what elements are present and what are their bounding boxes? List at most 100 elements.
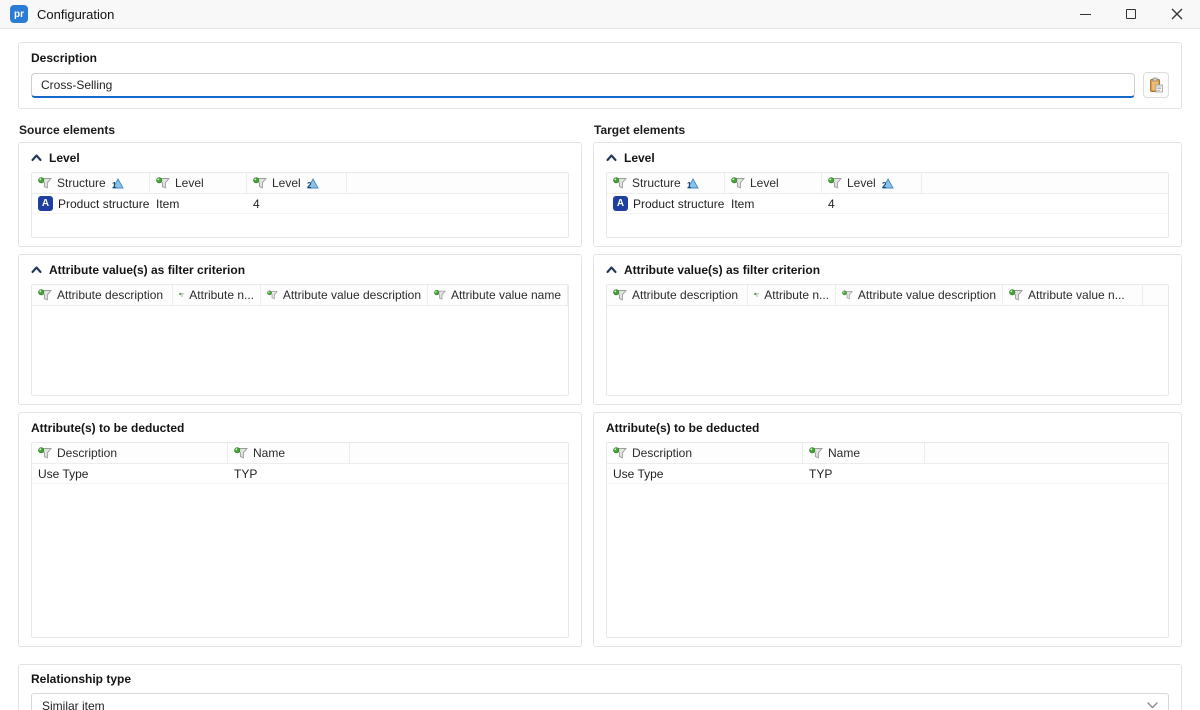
column-header-empty xyxy=(925,443,1168,463)
cell-description: Use Type xyxy=(32,464,228,483)
column-header-attribute-value-description[interactable]: Attribute value description xyxy=(261,285,428,305)
target-filter-title: Attribute value(s) as filter criterion xyxy=(624,263,820,277)
collapse-icon[interactable] xyxy=(31,265,42,274)
column-header-attribute-name[interactable]: Attribute n... xyxy=(173,285,261,305)
close-icon xyxy=(1171,8,1183,20)
table-row[interactable]: AProduct structure Item 4 xyxy=(607,194,1168,214)
svg-text:1: 1 xyxy=(687,181,692,189)
filter-icon[interactable] xyxy=(38,447,52,459)
column-header-name[interactable]: Name xyxy=(803,443,925,463)
close-button[interactable] xyxy=(1154,0,1200,28)
target-filter-table: Attribute description Attribute n... Att… xyxy=(606,284,1169,396)
column-label: Attribute value name xyxy=(451,288,561,302)
maximize-button[interactable] xyxy=(1108,0,1154,28)
target-deducted-table: Description Name Use Type TYP xyxy=(606,442,1169,638)
column-label: Attribute n... xyxy=(764,288,829,302)
dialog-content: Description Source elements Level xyxy=(0,29,1200,710)
column-header-description[interactable]: Description xyxy=(32,443,228,463)
column-header-level-number[interactable]: Level 2 xyxy=(822,173,922,193)
target-deducted-panel: Attribute(s) to be deducted Description … xyxy=(593,412,1182,647)
column-label: Attribute n... xyxy=(189,288,254,302)
minimize-button[interactable] xyxy=(1062,0,1108,28)
cell-structure: Product structure xyxy=(58,197,149,211)
source-deducted-title: Attribute(s) to be deducted xyxy=(31,421,184,435)
filter-icon[interactable] xyxy=(613,289,627,301)
column-header-structure[interactable]: Structure 1 xyxy=(32,173,150,193)
filter-icon[interactable] xyxy=(731,177,745,189)
column-label: Attribute value n... xyxy=(1028,288,1125,302)
filter-icon[interactable] xyxy=(434,289,446,301)
chevron-down-icon xyxy=(1147,702,1158,709)
column-header-attribute-description[interactable]: Attribute description xyxy=(32,285,173,305)
source-deducted-panel: Attribute(s) to be deducted Description … xyxy=(18,412,582,647)
filter-icon[interactable] xyxy=(267,289,278,301)
svg-text:2: 2 xyxy=(882,181,887,189)
column-header-structure[interactable]: Structure 1 xyxy=(607,173,725,193)
window-title: Configuration xyxy=(37,7,114,22)
clipboard-icon xyxy=(1148,77,1164,93)
column-label: Level xyxy=(175,176,204,190)
column-header-attribute-value-name[interactable]: Attribute value name xyxy=(428,285,568,305)
filter-icon[interactable] xyxy=(1009,289,1023,301)
target-elements-label: Target elements xyxy=(594,123,1182,137)
table-row[interactable]: AProduct structure Item 4 xyxy=(32,194,568,214)
sort-ascending-icon: 2 xyxy=(881,178,894,189)
filter-icon[interactable] xyxy=(179,289,184,301)
filter-icon[interactable] xyxy=(253,177,267,189)
attribute-type-icon: A xyxy=(613,196,628,211)
source-elements-column: Source elements Level Structure 1 xyxy=(18,121,582,654)
column-header-name[interactable]: Name xyxy=(228,443,350,463)
column-label: Description xyxy=(632,446,692,460)
source-elements-label: Source elements xyxy=(19,123,582,137)
column-header-attribute-value-name[interactable]: Attribute value n... xyxy=(1003,285,1143,305)
column-label: Level xyxy=(847,176,876,190)
filter-icon[interactable] xyxy=(613,177,627,189)
source-level-panel: Level Structure 1 Level xyxy=(18,142,582,247)
column-header-attribute-value-description[interactable]: Attribute value description xyxy=(836,285,1003,305)
collapse-icon[interactable] xyxy=(606,153,617,162)
source-filter-panel: Attribute value(s) as filter criterion A… xyxy=(18,254,582,405)
collapse-icon[interactable] xyxy=(606,265,617,274)
cell-description: Use Type xyxy=(607,464,803,483)
collapse-icon[interactable] xyxy=(31,153,42,162)
column-label: Level xyxy=(272,176,301,190)
filter-icon[interactable] xyxy=(38,177,52,189)
title-bar: pr Configuration xyxy=(0,0,1200,29)
target-level-panel: Level Structure 1 Level xyxy=(593,142,1182,247)
column-header-empty xyxy=(347,173,568,193)
column-label: Description xyxy=(57,446,117,460)
relationship-type-label: Relationship type xyxy=(31,672,1169,686)
cell-structure: Product structure xyxy=(633,197,724,211)
filter-icon[interactable] xyxy=(234,447,248,459)
filter-icon[interactable] xyxy=(842,289,853,301)
description-label: Description xyxy=(31,51,1169,65)
minimize-icon xyxy=(1080,14,1091,15)
filter-icon[interactable] xyxy=(156,177,170,189)
column-label: Name xyxy=(828,446,860,460)
target-elements-column: Target elements Level Structure 1 xyxy=(593,121,1182,654)
table-row[interactable]: Use Type TYP xyxy=(32,464,568,484)
column-header-level[interactable]: Level xyxy=(725,173,822,193)
configuration-window: pr Configuration Description Source ele xyxy=(0,0,1200,710)
cell-level-number: 4 xyxy=(822,194,922,213)
column-header-empty xyxy=(350,443,568,463)
relationship-type-select[interactable]: Similar item xyxy=(31,693,1169,710)
column-header-level[interactable]: Level xyxy=(150,173,247,193)
column-label: Attribute description xyxy=(632,288,738,302)
column-header-level-number[interactable]: Level 2 xyxy=(247,173,347,193)
column-header-empty xyxy=(1143,285,1168,305)
filter-icon[interactable] xyxy=(754,289,759,301)
table-row[interactable]: Use Type TYP xyxy=(607,464,1168,484)
column-header-empty xyxy=(568,285,569,305)
filter-icon[interactable] xyxy=(828,177,842,189)
filter-icon[interactable] xyxy=(613,447,627,459)
maximize-icon xyxy=(1126,9,1136,19)
column-header-description[interactable]: Description xyxy=(607,443,803,463)
column-header-attribute-name[interactable]: Attribute n... xyxy=(748,285,836,305)
filter-icon[interactable] xyxy=(809,447,823,459)
target-level-title: Level xyxy=(624,151,655,165)
description-input[interactable] xyxy=(31,73,1135,98)
column-header-attribute-description[interactable]: Attribute description xyxy=(607,285,748,305)
paste-button[interactable] xyxy=(1143,72,1169,98)
filter-icon[interactable] xyxy=(38,289,52,301)
